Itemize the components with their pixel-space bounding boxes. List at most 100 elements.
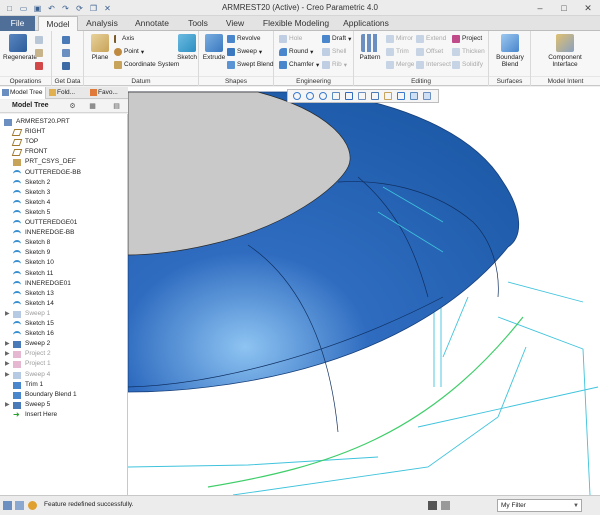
boundary-blend-button[interactable]: Boundary Blend bbox=[491, 34, 529, 68]
display-style-icon[interactable] bbox=[343, 91, 354, 102]
shell-button[interactable]: Shell bbox=[322, 47, 346, 56]
project-button[interactable]: Project bbox=[452, 34, 482, 43]
tree-item[interactable]: Sketch 8 bbox=[0, 238, 126, 248]
tab-file[interactable]: File bbox=[0, 16, 35, 31]
tree-item[interactable]: ▶ Sweep 1 bbox=[0, 309, 126, 319]
tab-applications[interactable]: Applications bbox=[338, 16, 394, 31]
saved-orientations-icon[interactable] bbox=[356, 91, 367, 102]
tab-annotate[interactable]: Annotate bbox=[130, 16, 174, 31]
tree-item[interactable]: Sketch 4 bbox=[0, 198, 126, 208]
expand-arrow-icon[interactable]: ▶ bbox=[5, 349, 11, 359]
datum-display-icon[interactable] bbox=[382, 91, 393, 102]
tree-item[interactable]: PRT_CSYS_DEF bbox=[0, 157, 126, 167]
expand-arrow-icon[interactable]: ▶ bbox=[5, 400, 11, 410]
tree-item[interactable]: FRONT bbox=[0, 147, 126, 157]
paste-button[interactable] bbox=[35, 48, 43, 57]
mirror-button[interactable]: Mirror bbox=[386, 34, 413, 43]
solidify-button[interactable]: Solidify bbox=[452, 60, 483, 69]
named-views-icon[interactable] bbox=[421, 91, 432, 102]
tab-view[interactable]: View bbox=[218, 16, 252, 31]
tree-item[interactable]: ▶ Project 2 bbox=[0, 349, 126, 359]
zoom-in-icon[interactable] bbox=[304, 91, 315, 102]
tree-item[interactable]: INNEREDGE-BB bbox=[0, 228, 126, 238]
refit-icon[interactable] bbox=[291, 91, 302, 102]
swept-blend-button[interactable]: Swept Blend bbox=[227, 60, 274, 69]
tree-item[interactable]: OUTTEREDGE-BB bbox=[0, 168, 126, 178]
extrude-button[interactable]: Extrude bbox=[202, 34, 226, 61]
sketch-button[interactable]: Sketch bbox=[176, 34, 198, 61]
tree-item[interactable]: ➜ Insert Here bbox=[0, 410, 126, 420]
tree-item[interactable]: RIGHT bbox=[0, 127, 126, 137]
extend-button[interactable]: Extend bbox=[416, 34, 446, 43]
trim-button[interactable]: Trim bbox=[386, 47, 409, 56]
merge-button[interactable]: Merge bbox=[386, 60, 414, 69]
expand-arrow-icon[interactable]: ▶ bbox=[5, 359, 11, 369]
rib-button[interactable]: Rib ▾ bbox=[322, 60, 347, 69]
tree-columns-icon[interactable]: ▦ bbox=[88, 102, 97, 111]
tab-tools[interactable]: Tools bbox=[182, 16, 214, 31]
tree-item[interactable]: ARMREST20.PRT bbox=[0, 117, 126, 127]
tree-item[interactable]: Boundary Blend 1 bbox=[0, 390, 126, 400]
annotation-display-icon[interactable] bbox=[408, 91, 419, 102]
delete-button[interactable] bbox=[35, 61, 43, 70]
hole-button[interactable]: Hole bbox=[279, 34, 302, 43]
tree-item[interactable]: Sketch 11 bbox=[0, 269, 126, 279]
tree-item[interactable]: Sketch 5 bbox=[0, 208, 126, 218]
round-button[interactable]: Round ▾ bbox=[279, 47, 313, 56]
tree-settings-icon[interactable]: ⚙ bbox=[68, 102, 77, 111]
component-interface-button[interactable]: Component Interface bbox=[535, 34, 595, 68]
tree-item[interactable]: TOP bbox=[0, 137, 126, 147]
selection-icon[interactable] bbox=[441, 501, 450, 510]
tree-item[interactable]: OUTTEREDGE01 bbox=[0, 218, 126, 228]
revolve-button[interactable]: Revolve bbox=[227, 34, 260, 43]
tree-item[interactable]: Sketch 9 bbox=[0, 248, 126, 258]
tab-favorites[interactable]: Favo... bbox=[88, 87, 128, 99]
zoom-out-icon[interactable] bbox=[317, 91, 328, 102]
repaint-icon[interactable] bbox=[330, 91, 341, 102]
find-icon[interactable] bbox=[428, 501, 437, 510]
tab-folder-browser[interactable]: Fold... bbox=[47, 87, 87, 99]
tree-item[interactable]: Sketch 15 bbox=[0, 319, 126, 329]
tree-show-icon[interactable]: ▤ bbox=[112, 102, 121, 111]
tab-model[interactable]: Model bbox=[38, 16, 78, 32]
copy-geometry-button[interactable] bbox=[62, 48, 70, 57]
intersect-button[interactable]: Intersect bbox=[416, 60, 451, 69]
pattern-button[interactable]: Pattern bbox=[357, 34, 383, 61]
tree-item[interactable]: Sketch 14 bbox=[0, 299, 126, 309]
draft-button[interactable]: Draft ▾ bbox=[322, 34, 351, 43]
tree-item[interactable]: ▶ Sweep 2 bbox=[0, 339, 126, 349]
axis-button[interactable]: Axis bbox=[114, 34, 134, 43]
minimize-button[interactable]: – bbox=[528, 0, 552, 16]
user-defined-feature-button[interactable] bbox=[62, 35, 70, 44]
selection-filter-dropdown[interactable]: My Filter ▼ bbox=[497, 499, 582, 512]
tab-model-tree[interactable]: Model Tree bbox=[0, 87, 46, 99]
expand-arrow-icon[interactable]: ▶ bbox=[5, 309, 11, 319]
close-button[interactable]: ✕ bbox=[576, 0, 600, 16]
tab-analysis[interactable]: Analysis bbox=[80, 16, 124, 31]
tree-item[interactable]: Sketch 16 bbox=[0, 329, 126, 339]
regenerate-button[interactable]: Regenerate bbox=[3, 34, 37, 61]
browser-toggle-icon[interactable] bbox=[15, 501, 24, 510]
coordinate-system-button[interactable]: Coordinate System bbox=[114, 60, 179, 69]
graphics-window[interactable] bbox=[128, 87, 600, 495]
tree-item[interactable]: INNEREDGE01 bbox=[0, 279, 126, 289]
thicken-button[interactable]: Thicken bbox=[452, 47, 485, 56]
spin-center-icon[interactable] bbox=[395, 91, 406, 102]
view-manager-icon[interactable] bbox=[369, 91, 380, 102]
point-button[interactable]: Point ▾ bbox=[114, 47, 144, 56]
offset-button[interactable]: Offset bbox=[416, 47, 443, 56]
sweep-button[interactable]: Sweep ▾ bbox=[227, 47, 262, 56]
plane-button[interactable]: Plane bbox=[88, 34, 112, 61]
maximize-button[interactable]: □ bbox=[552, 0, 576, 16]
tree-item[interactable]: Sketch 13 bbox=[0, 289, 126, 299]
tree-item[interactable]: ▶ Sweep 5 bbox=[0, 400, 126, 410]
tree-item[interactable]: ▶ Sweep 4 bbox=[0, 370, 126, 380]
tree-item[interactable]: ▶ Project 1 bbox=[0, 359, 126, 369]
expand-arrow-icon[interactable]: ▶ bbox=[5, 339, 11, 349]
navigator-toggle-icon[interactable] bbox=[3, 501, 12, 510]
tree-item[interactable]: Trim 1 bbox=[0, 380, 126, 390]
tab-flexible-modeling[interactable]: Flexible Modeling bbox=[258, 16, 334, 31]
tree-item[interactable]: Sketch 10 bbox=[0, 258, 126, 268]
tree-item[interactable]: Sketch 2 bbox=[0, 178, 126, 188]
chamfer-button[interactable]: Chamfer ▾ bbox=[279, 60, 319, 69]
